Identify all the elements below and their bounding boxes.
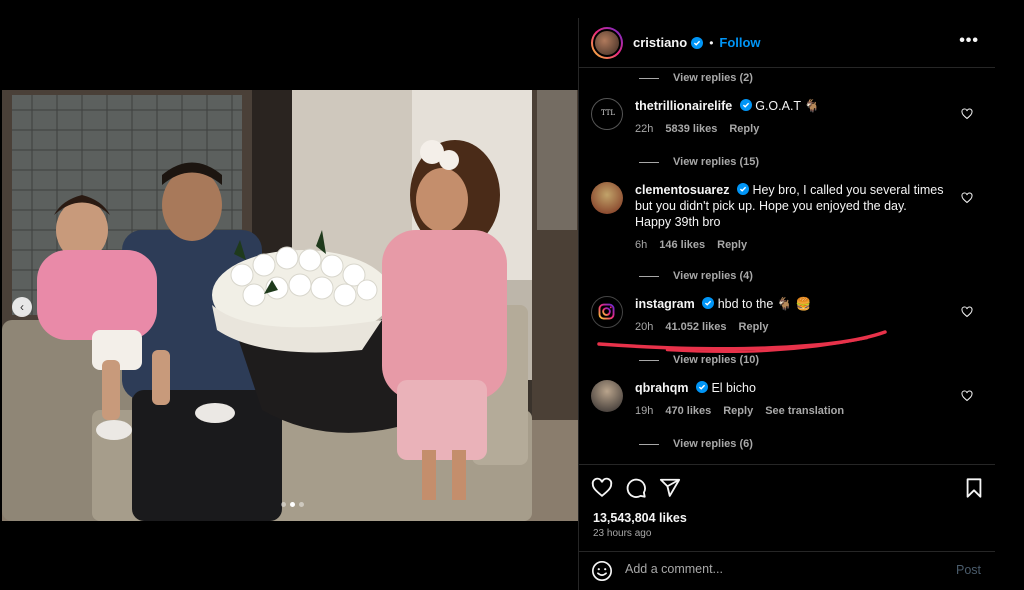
comment-time: 6h — [635, 239, 648, 251]
comment-likes[interactable]: 41.052 likes — [665, 319, 726, 335]
avatar-label: TTL — [600, 109, 616, 117]
view-replies-label: View replies (6) — [673, 438, 753, 450]
verified-badge-icon — [691, 36, 704, 49]
comment-body: thetrillionairelife G.O.A.T 🐐 22h 5839 l… — [635, 98, 945, 137]
post-side-panel: cristiano • Follow ••• View replies (2) … — [578, 18, 995, 590]
comment-time: 22h — [635, 123, 654, 135]
likes-count[interactable]: 13,543,804 likes — [593, 511, 687, 525]
view-replies-button[interactable]: View replies (15) — [639, 156, 759, 168]
reply-button[interactable]: Reply — [717, 237, 747, 253]
comment-item: TTL thetrillionairelife G.O.A.T 🐐 22h 58… — [591, 98, 983, 137]
commenter-avatar[interactable] — [591, 296, 623, 328]
comment-time: 19h — [635, 405, 654, 417]
view-replies-label: View replies (15) — [673, 156, 760, 168]
commenter-avatar[interactable]: TTL — [591, 98, 623, 130]
replies-line — [639, 275, 659, 277]
verified-badge-icon — [702, 297, 715, 309]
carousel-dot-active — [290, 502, 295, 507]
carousel-prev-button[interactable]: ‹ — [12, 297, 32, 317]
comment-body: instagram hbd to the 🐐 🍔 20h 41.052 like… — [635, 296, 945, 335]
like-comment-heart-icon[interactable] — [961, 108, 973, 120]
comment-text: G.O.A.T 🐐 — [755, 99, 820, 113]
post-photo[interactable] — [2, 90, 578, 521]
more-options-icon[interactable]: ••• — [959, 32, 979, 50]
author-avatar[interactable] — [591, 26, 623, 59]
commenter-avatar[interactable] — [591, 182, 623, 214]
verified-badge-icon — [739, 99, 752, 111]
comment-meta: 19h 470 likes Reply See translation — [635, 403, 945, 419]
add-comment-bar: Post — [579, 551, 995, 590]
post-timestamp: 23 hours ago — [593, 528, 652, 539]
view-replies-button[interactable]: View replies (6) — [639, 438, 753, 450]
view-replies-button[interactable]: View replies (10) — [639, 354, 759, 366]
emoji-smiley-icon[interactable] — [591, 560, 613, 582]
replies-line — [639, 443, 659, 445]
view-replies-label: View replies (10) — [673, 354, 760, 366]
comment-body: clementosuarez Hey bro, I called you sev… — [635, 182, 945, 253]
see-translation-button[interactable]: See translation — [765, 403, 844, 419]
reply-button[interactable]: Reply — [739, 319, 769, 335]
post-comment-button[interactable]: Post — [956, 563, 981, 577]
comment-item: qbrahqm El bicho 19h 470 likes Reply See… — [591, 380, 983, 419]
comment-likes[interactable]: 146 likes — [659, 237, 705, 253]
like-comment-heart-icon[interactable] — [961, 306, 973, 318]
comment-text: El bicho — [711, 381, 756, 395]
comment-username[interactable]: clementosuarez — [635, 183, 729, 197]
replies-line — [639, 77, 659, 79]
header-separator: • — [709, 35, 714, 50]
replies-line — [639, 359, 659, 361]
comments-list: View replies (2) TTL thetrillionairelife… — [579, 68, 995, 466]
carousel-dots — [281, 502, 304, 507]
save-bookmark-icon[interactable] — [963, 477, 985, 499]
comment-username[interactable]: qbrahqm — [635, 381, 688, 395]
carousel-dot — [299, 502, 304, 507]
verified-badge-icon — [736, 183, 749, 195]
view-replies-label: View replies (4) — [673, 270, 753, 282]
view-replies-button[interactable]: View replies (4) — [639, 270, 753, 282]
reply-button[interactable]: Reply — [723, 403, 753, 419]
comment-username[interactable]: thetrillionairelife — [635, 99, 732, 113]
comment-item: instagram hbd to the 🐐 🍔 20h 41.052 like… — [591, 296, 983, 335]
comment-likes[interactable]: 5839 likes — [665, 121, 717, 137]
photo-illustration — [2, 90, 578, 521]
share-send-icon[interactable] — [659, 477, 681, 499]
comment-item: clementosuarez Hey bro, I called you sev… — [591, 182, 983, 253]
media-pane: ‹ — [0, 0, 578, 590]
instagram-logo-icon — [598, 303, 615, 320]
post-actions: 13,543,804 likes 23 hours ago Post — [579, 464, 995, 590]
verified-badge-icon — [695, 381, 708, 393]
like-comment-heart-icon[interactable] — [961, 390, 973, 402]
comment-meta: 22h 5839 likes Reply — [635, 121, 945, 137]
comment-username[interactable]: instagram — [635, 297, 695, 311]
comment-meta: 6h 146 likes Reply — [635, 237, 945, 253]
view-replies-label: View replies (2) — [673, 72, 753, 84]
comment-meta: 20h 41.052 likes Reply — [635, 319, 945, 335]
like-comment-heart-icon[interactable] — [961, 192, 973, 204]
replies-line — [639, 161, 659, 163]
view-replies-button[interactable]: View replies (2) — [639, 72, 753, 84]
comment-body: qbrahqm El bicho 19h 470 likes Reply See… — [635, 380, 945, 419]
comment-bubble-icon[interactable] — [625, 477, 647, 499]
carousel-dot — [281, 502, 286, 507]
author-username[interactable]: cristiano — [633, 35, 687, 50]
commenter-avatar[interactable] — [591, 380, 623, 412]
comment-text: hbd to the 🐐 🍔 — [717, 297, 812, 311]
comment-time: 20h — [635, 321, 654, 333]
reply-button[interactable]: Reply — [729, 121, 759, 137]
like-heart-icon[interactable] — [591, 477, 613, 499]
comment-input[interactable] — [625, 562, 925, 576]
follow-button[interactable]: Follow — [719, 35, 760, 50]
post-header: cristiano • Follow ••• — [579, 18, 995, 68]
comment-likes[interactable]: 470 likes — [665, 403, 711, 419]
